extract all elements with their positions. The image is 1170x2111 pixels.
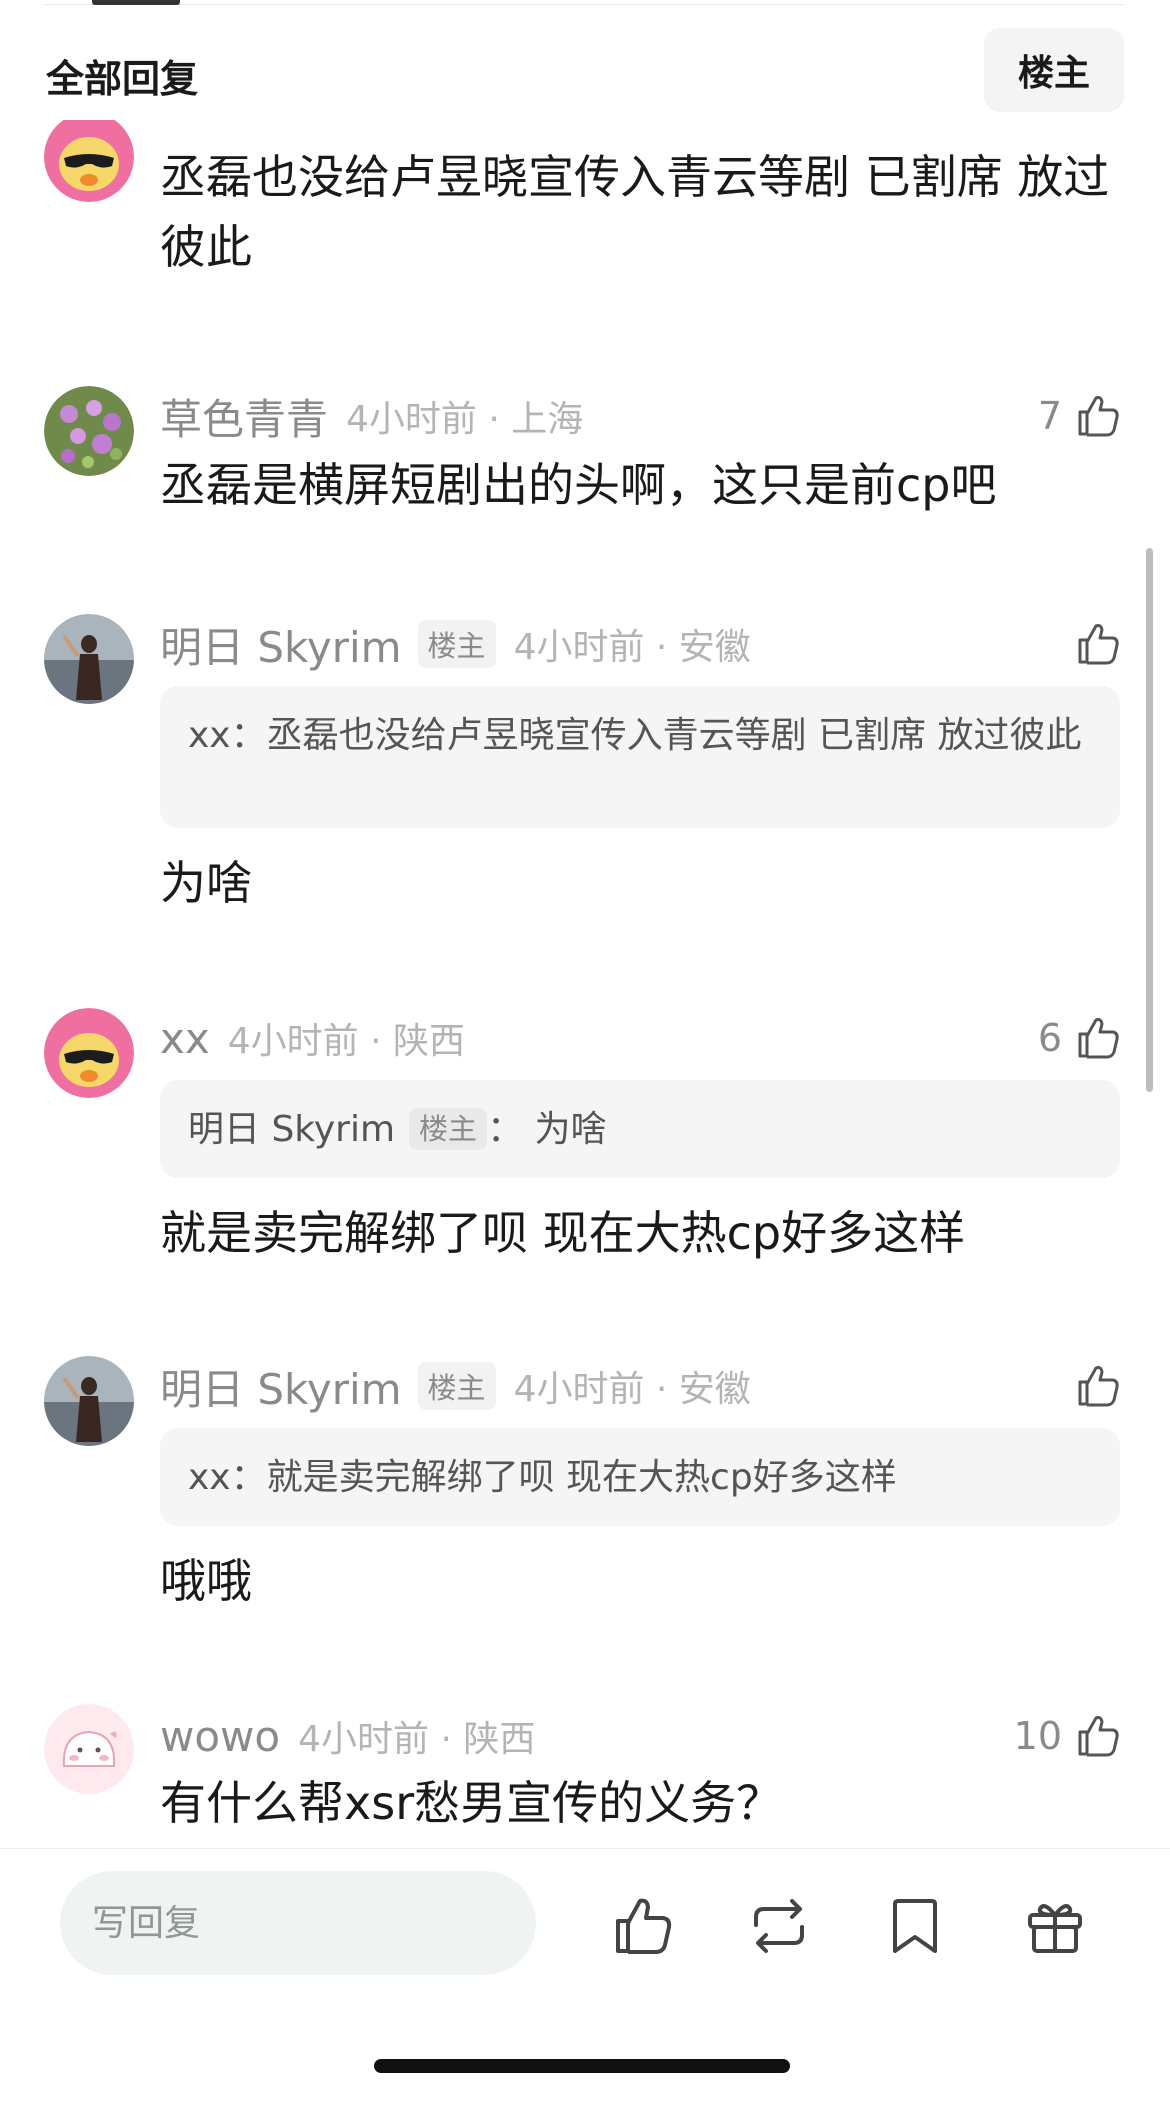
bottom-action-bar: [0, 1848, 1170, 2111]
username[interactable]: wowo: [160, 1712, 280, 1761]
thumbs-up-icon: [1072, 618, 1124, 670]
comment-text: 丞磊也没给卢昱晓宣传入青云等剧 已割席 放过彼此: [160, 150, 1110, 274]
replies-header: 全部回复 楼主: [0, 20, 1170, 120]
op-only-filter-button[interactable]: 楼主: [984, 28, 1124, 112]
comment-meta: xx 4小时前 · 陕西: [160, 1012, 465, 1064]
op-badge: 楼主: [417, 1362, 496, 1410]
beach-woman-avatar[interactable]: [44, 1356, 134, 1446]
comment-text: 哦哦: [160, 1554, 252, 1608]
comment-text: 有什么帮xsr愁男宣传的义务？: [160, 1776, 783, 1830]
quoted-reply[interactable]: 明日 Skyrim 楼主： 为啥: [160, 1080, 1120, 1178]
comment-meta: wowo 4小时前 · 陕西: [160, 1710, 535, 1762]
comment-text: 就是卖完解绑了呗 现在大热cp好多这样: [160, 1206, 966, 1260]
repost-icon[interactable]: [744, 1891, 814, 1961]
scrollbar[interactable]: [1146, 548, 1153, 1092]
quoted-text: ： 为啥: [487, 1109, 607, 1150]
beach-woman-avatar[interactable]: [44, 614, 134, 704]
like-button[interactable]: [1062, 1358, 1124, 1414]
reply-list[interactable]: 丞磊也没给卢昱晓宣传入青云等剧 已割席 放过彼此 草色青青 4小时前 · 上海 …: [0, 120, 1170, 1860]
pink-bunny-avatar[interactable]: [44, 1704, 134, 1794]
quoted-reply[interactable]: xx：丞磊也没给卢昱晓宣传入青云等剧 已割席 放过彼此: [160, 686, 1120, 828]
like-count: 6: [1037, 1016, 1062, 1060]
duck-sunglasses-avatar[interactable]: [44, 120, 134, 202]
duck-sunglasses-avatar[interactable]: [44, 1008, 134, 1098]
username[interactable]: 草色青青: [160, 386, 328, 447]
timestamp-location: 4小时前 · 陕西: [298, 1719, 536, 1760]
thumbs-up-icon: [1072, 1360, 1124, 1412]
comment-meta: 明日 Skyrim 楼主 4小时前 · 安徽: [160, 1360, 751, 1414]
like-count: 7: [1037, 394, 1062, 438]
comment-text: 为啥: [160, 856, 252, 910]
thumbs-up-icon: [1072, 1710, 1124, 1762]
thumbs-up-icon: [1072, 1012, 1124, 1064]
reply-input[interactable]: [60, 1871, 536, 1975]
gift-icon[interactable]: [1020, 1891, 1090, 1961]
quoted-username[interactable]: 明日 Skyrim: [188, 1109, 395, 1150]
like-icon[interactable]: [608, 1891, 678, 1961]
comment-text: 丞磊是横屏短剧出的头啊，这只是前cp吧: [160, 458, 997, 512]
comment-meta: 明日 Skyrim 楼主 4小时前 · 安徽: [160, 618, 751, 672]
bookmark-icon[interactable]: [880, 1891, 950, 1961]
page-title: 全部回复: [46, 57, 199, 101]
like-button[interactable]: 6: [1038, 1010, 1124, 1066]
comment-meta: 草色青青 4小时前 · 上海: [160, 390, 584, 444]
flowers-avatar[interactable]: [44, 386, 134, 476]
username[interactable]: 明日 Skyrim: [160, 1356, 402, 1417]
top-divider: [44, 4, 1124, 5]
timestamp-location: 4小时前 · 安徽: [513, 627, 751, 668]
op-badge: 楼主: [417, 620, 496, 668]
like-button[interactable]: 7: [1038, 388, 1124, 444]
timestamp-location: 4小时前 · 安徽: [513, 1369, 751, 1410]
timestamp-location: 4小时前 · 上海: [346, 399, 584, 440]
username[interactable]: xx: [160, 1014, 210, 1063]
username[interactable]: 明日 Skyrim: [160, 614, 402, 675]
like-button[interactable]: 10: [1014, 1708, 1124, 1764]
tab-indicator: [92, 0, 180, 5]
quoted-reply[interactable]: xx：就是卖完解绑了呗 现在大热cp好多这样: [160, 1428, 1120, 1526]
home-indicator: [374, 2059, 790, 2073]
timestamp-location: 4小时前 · 陕西: [227, 1021, 465, 1062]
op-badge: 楼主: [409, 1108, 488, 1150]
thumbs-up-icon: [1072, 390, 1124, 442]
like-button[interactable]: [1062, 616, 1124, 672]
like-count: 10: [1013, 1714, 1062, 1758]
